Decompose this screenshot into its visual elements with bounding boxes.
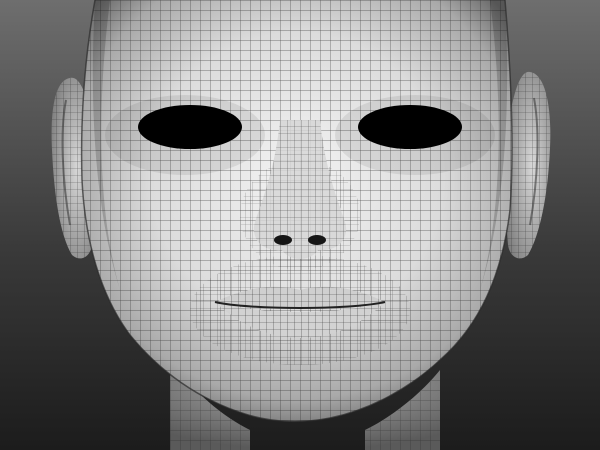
right-nostril [308, 235, 326, 245]
head-render [0, 0, 600, 450]
right-eye-socket [358, 105, 462, 149]
left-nostril [274, 235, 292, 245]
left-eye-socket [138, 105, 242, 149]
render-viewport [0, 0, 600, 450]
